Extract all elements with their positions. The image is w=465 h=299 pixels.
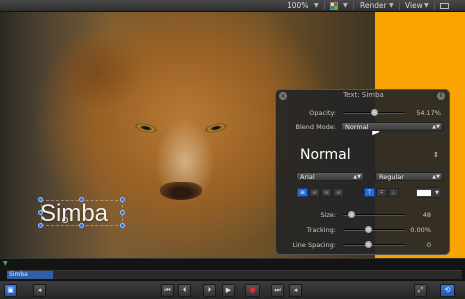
opacity-slider-knob[interactable]	[371, 109, 378, 116]
hud-title: Text: Simba	[343, 91, 384, 99]
align-center-icon[interactable]: ≡	[309, 188, 320, 197]
in-point-marker-icon[interactable]: ▼	[3, 260, 8, 267]
size-value[interactable]: 48	[406, 211, 431, 219]
line-spacing-slider[interactable]	[343, 244, 405, 246]
font-family-value: Arial	[300, 173, 315, 181]
toolbar-divider	[353, 2, 354, 10]
valign-middle-icon[interactable]: ∓	[376, 188, 387, 197]
view-chevron-down-icon[interactable]: ▼	[424, 0, 429, 12]
size-slider-knob[interactable]	[348, 211, 355, 218]
timeline-toggle-icon[interactable]: ◂	[33, 284, 46, 297]
toolbar-divider	[399, 2, 400, 10]
go-to-end-icon[interactable]: ⏭	[271, 284, 284, 297]
opacity-value[interactable]: 54.17%	[406, 109, 441, 117]
audio-icon[interactable]: ◂	[289, 284, 302, 297]
tracking-value[interactable]: 0.00%	[406, 226, 431, 234]
select-arrows-icon: ▲▼	[432, 174, 440, 180]
transform-handle[interactable]	[120, 223, 125, 228]
clip-name: Simba	[9, 271, 28, 278]
transform-handle[interactable]	[79, 197, 84, 202]
align-left-icon[interactable]: ≡	[297, 188, 308, 197]
zoom-menu[interactable]: 100%	[287, 0, 308, 12]
blend-mode-label: Blend Mode:	[295, 123, 336, 131]
anchor-point[interactable]	[62, 217, 68, 223]
select-arrows-icon: ▲▼	[432, 124, 440, 130]
go-to-start-icon[interactable]: ⏮	[161, 284, 174, 297]
font-style-select[interactable]: Regular ▲▼	[375, 172, 443, 181]
canvas-toolbar: 100% ▼ ▼ Render ▼ View ▼	[0, 0, 465, 12]
color-swatch-icon	[417, 190, 431, 196]
font-style-value: Regular	[379, 173, 404, 181]
mini-timeline[interactable]: ▼ Simba	[0, 258, 465, 280]
line-spacing-slider-knob[interactable]	[365, 241, 372, 248]
timeline-track[interactable]: Simba	[7, 270, 462, 279]
render-menu[interactable]: Render	[360, 0, 387, 12]
text-hud-panel: × Text: Simba i Opacity: 54.17% Blend Mo…	[275, 89, 450, 255]
font-family-select[interactable]: Arial ▲▼	[296, 172, 364, 181]
blend-mode-value: Normal	[345, 123, 369, 131]
channels-chevron-down-icon[interactable]: ▼	[343, 0, 348, 12]
transform-handle[interactable]	[120, 197, 125, 202]
line-spacing-label: Line Spacing:	[292, 241, 336, 249]
view-menu[interactable]: View	[405, 0, 423, 12]
text-style-preset[interactable]: Normal	[300, 147, 351, 163]
zoom-chevron-down-icon[interactable]: ▼	[314, 0, 319, 12]
text-color-well[interactable]: ▼	[414, 187, 442, 198]
transform-handle[interactable]	[38, 223, 43, 228]
record-icon[interactable]: ●	[245, 284, 260, 297]
fullscreen-icon[interactable]: ⤢	[414, 284, 427, 297]
loop-icon[interactable]: ⟲	[440, 284, 455, 297]
preset-arrows-icon[interactable]: ⇕	[433, 151, 439, 159]
valign-bottom-icon[interactable]: ⊥	[388, 188, 399, 197]
tracking-label: Tracking:	[306, 226, 336, 234]
justify-icon[interactable]: ≡	[333, 188, 344, 197]
chevron-down-icon: ▼	[435, 190, 439, 196]
window-layout-icon[interactable]	[440, 3, 449, 9]
blend-mode-select[interactable]: Normal ▲▼	[341, 122, 443, 131]
align-right-icon[interactable]: ≡	[321, 188, 332, 197]
transform-handle[interactable]	[120, 210, 125, 215]
transform-handle[interactable]	[38, 210, 43, 215]
transport-controls: ▣ ◂ ⏮ ⏴ ⏵ ▶ ● ⏭ ◂ ⤢ ⟲	[0, 280, 465, 299]
info-icon[interactable]: i	[437, 92, 445, 100]
title-text-layer[interactable]: Simba	[40, 200, 108, 228]
transform-handle[interactable]	[38, 197, 43, 202]
tracking-slider[interactable]	[343, 229, 405, 231]
opacity-label: Opacity:	[309, 109, 336, 117]
toolbar-divider	[324, 2, 325, 10]
valign-top-icon[interactable]: ⊤	[364, 188, 375, 197]
size-label: Size:	[320, 211, 336, 219]
play-icon[interactable]: ▶	[222, 284, 235, 297]
next-frame-icon[interactable]: ⏵	[203, 284, 216, 297]
transform-handle[interactable]	[79, 223, 84, 228]
tracking-slider-knob[interactable]	[365, 226, 372, 233]
layers-toggle-icon[interactable]: ▣	[4, 284, 17, 297]
timeline-clip[interactable]: Simba	[7, 271, 53, 279]
lion-nose	[160, 182, 202, 200]
previous-frame-icon[interactable]: ⏴	[178, 284, 191, 297]
color-channels-icon[interactable]	[330, 2, 338, 10]
select-arrows-icon: ▲▼	[353, 174, 361, 180]
toolbar-divider	[434, 2, 435, 10]
canvas-viewer[interactable]: Simba × Text: Simba i Opacity: 54.17% Bl…	[0, 12, 465, 258]
render-chevron-down-icon[interactable]: ▼	[389, 0, 394, 12]
line-spacing-value[interactable]: 0	[406, 241, 431, 249]
